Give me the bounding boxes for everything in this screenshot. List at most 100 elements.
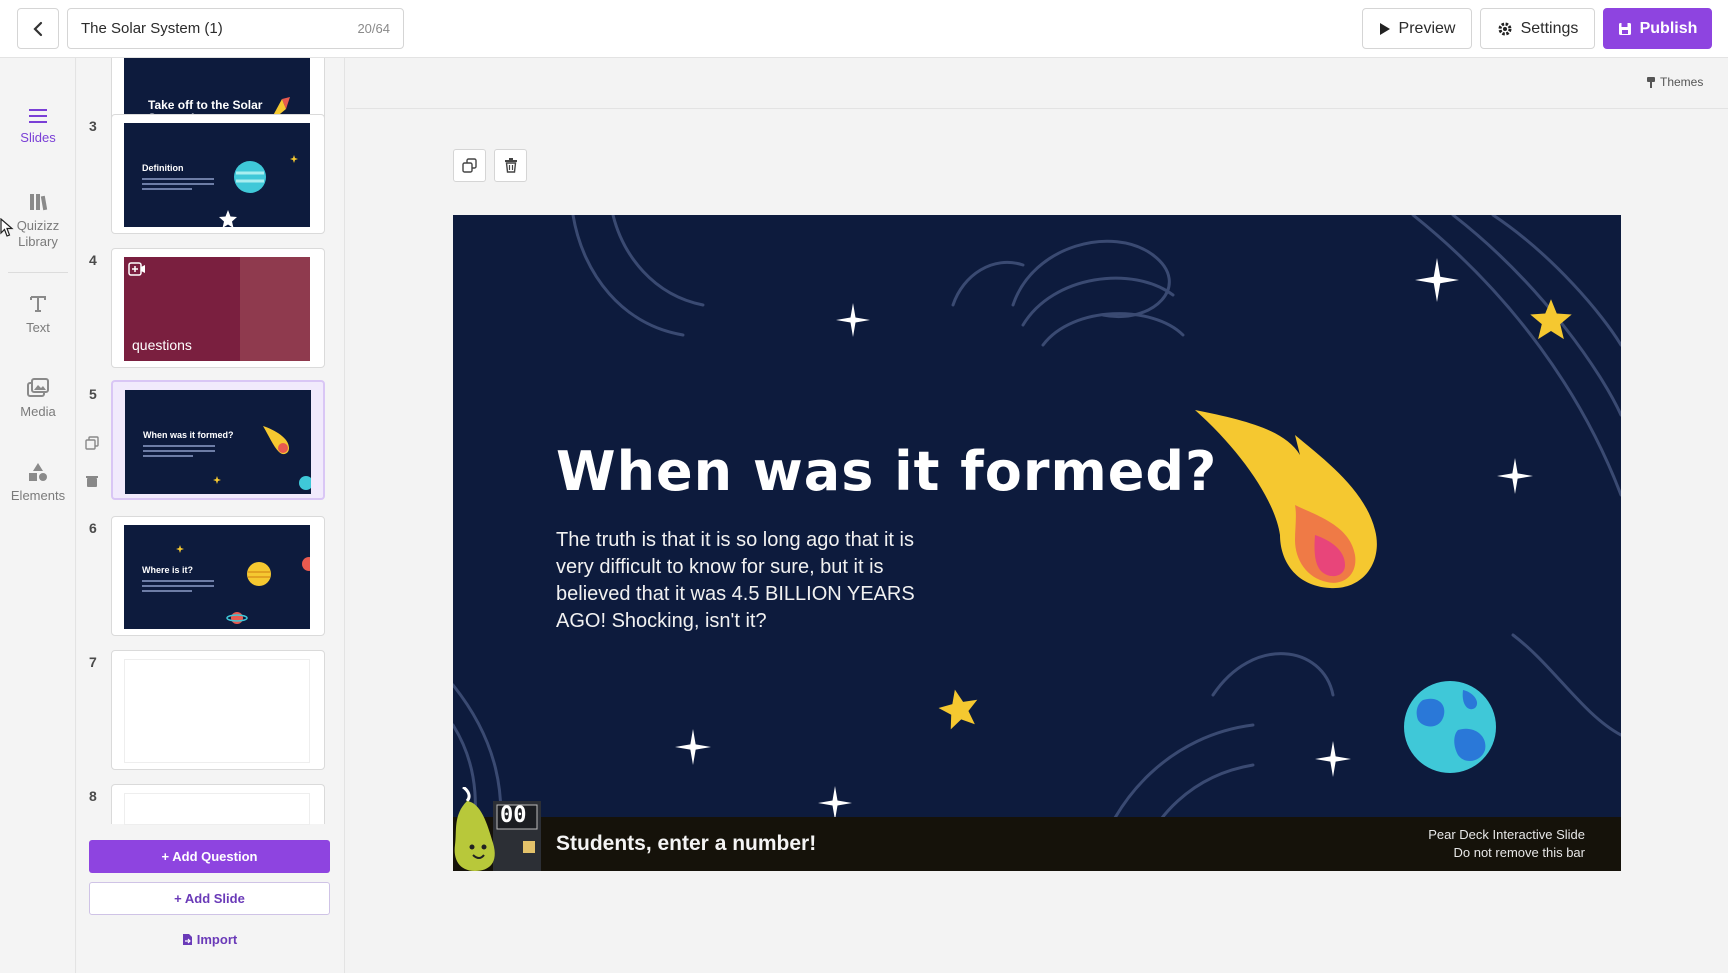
thumb-title: questions bbox=[132, 337, 192, 353]
themes-label: Themes bbox=[1660, 75, 1704, 89]
import-button[interactable]: Import bbox=[89, 924, 330, 954]
shapes-icon bbox=[29, 463, 47, 481]
pear-mascot-icon bbox=[454, 787, 541, 871]
chevron-left-icon bbox=[33, 21, 43, 36]
star-icon bbox=[219, 210, 237, 227]
slide-thumbnail-5[interactable]: When was it formed? bbox=[111, 380, 325, 500]
slide-list-panel: Take off to the Solar System! 3 Definiti… bbox=[77, 58, 345, 973]
thumb-text-line bbox=[142, 585, 214, 587]
planet-icon bbox=[302, 557, 310, 571]
sparkle-icon bbox=[1497, 458, 1533, 494]
paint-brush-icon bbox=[1647, 77, 1655, 88]
delete-slide-button[interactable] bbox=[494, 149, 527, 182]
back-button[interactable] bbox=[17, 8, 59, 49]
preview-button[interactable]: Preview bbox=[1362, 8, 1472, 49]
star-icon bbox=[290, 155, 298, 163]
thumb-text-line bbox=[142, 580, 214, 582]
pear-deck-bar: Students, enter a number! Pear Deck Inte… bbox=[453, 817, 1621, 871]
star-icon bbox=[213, 476, 221, 484]
play-icon bbox=[1379, 22, 1390, 35]
sparkle-icon bbox=[675, 729, 711, 765]
deck-counter: 00 bbox=[500, 803, 527, 828]
slide-thumbnail-7[interactable] bbox=[111, 650, 325, 770]
publish-button[interactable]: Publish bbox=[1603, 8, 1712, 49]
thumb-text-line bbox=[143, 450, 215, 452]
add-slide-button[interactable]: + Add Slide bbox=[89, 882, 330, 915]
comet-icon bbox=[263, 426, 289, 455]
presentation-title-field[interactable]: The Solar System (1) 20/64 bbox=[67, 8, 404, 49]
thumb-text-line bbox=[142, 183, 214, 185]
star-icon bbox=[1530, 299, 1572, 340]
deck-prompt: Students, enter a number! bbox=[556, 832, 817, 855]
mouse-cursor-icon bbox=[0, 218, 14, 237]
slide-preview: When was it formed? bbox=[125, 390, 311, 494]
rail-divider bbox=[8, 272, 68, 273]
slide-canvas[interactable]: When was it formed? The truth is that it… bbox=[453, 215, 1621, 871]
slide-number: 6 bbox=[89, 520, 97, 536]
slide-preview bbox=[124, 793, 310, 825]
thumb-title: Where is it? bbox=[142, 565, 194, 575]
duplicate-slide-button[interactable] bbox=[453, 149, 486, 182]
text-icon bbox=[30, 296, 46, 312]
thumb-text-line bbox=[143, 445, 215, 447]
slide-thumbnail-6[interactable]: Where is it? bbox=[111, 516, 325, 636]
add-question-button[interactable]: + Add Question bbox=[89, 840, 330, 873]
rail-item-text[interactable]: Text bbox=[0, 294, 76, 336]
rail-label-library: Quizizz Library bbox=[16, 218, 60, 249]
planet-icon bbox=[234, 161, 266, 193]
slide-preview: Where is it? bbox=[124, 525, 310, 629]
trash-icon[interactable] bbox=[85, 474, 99, 488]
settings-button[interactable]: Settings bbox=[1480, 8, 1595, 49]
duplicate-icon[interactable] bbox=[85, 436, 99, 450]
comet-icon bbox=[1195, 410, 1377, 589]
star-icon bbox=[176, 545, 184, 553]
planet-icon bbox=[299, 476, 311, 490]
slide-number: 7 bbox=[89, 654, 97, 670]
rail-label-text: Text bbox=[26, 320, 50, 335]
slide-thumbnail-4[interactable]: questions bbox=[111, 248, 325, 368]
thumb-text-line bbox=[142, 590, 192, 592]
rail-label-media: Media bbox=[20, 404, 56, 419]
thumb-title: When was it formed? bbox=[143, 430, 234, 440]
deck-note-line: Do not remove this bar bbox=[1453, 845, 1585, 860]
rail-item-elements[interactable]: Elements bbox=[0, 462, 76, 504]
video-icon bbox=[128, 262, 145, 276]
slide-body-text[interactable]: The truth is that it is so long ago that… bbox=[556, 527, 916, 635]
earth-icon bbox=[1404, 681, 1496, 773]
slide-thumbnail-8[interactable] bbox=[111, 784, 325, 825]
slide-number: 8 bbox=[89, 788, 97, 804]
presentation-title: The Solar System (1) bbox=[81, 20, 223, 37]
list-icon bbox=[29, 109, 47, 123]
thumb-text-line bbox=[143, 455, 193, 457]
trash-icon bbox=[504, 158, 517, 173]
deck-note: Pear Deck Interactive Slide Do not remov… bbox=[1428, 826, 1585, 862]
themes-button[interactable]: Themes bbox=[1646, 75, 1703, 89]
sparkle-icon bbox=[818, 786, 852, 820]
sparkle-icon bbox=[1315, 741, 1351, 777]
slide-number: 3 bbox=[89, 118, 97, 134]
save-icon bbox=[1618, 22, 1631, 35]
slide-preview bbox=[124, 659, 310, 763]
duplicate-icon bbox=[462, 158, 477, 173]
rail-item-slides[interactable]: Slides bbox=[0, 108, 76, 146]
tool-rail: Slides Quizizz Library Text Media Elemen… bbox=[0, 58, 76, 973]
canvas-divider bbox=[346, 108, 1728, 109]
rail-item-media[interactable]: Media bbox=[0, 378, 76, 420]
slide-thumbnail-3[interactable]: Definition bbox=[111, 114, 325, 234]
import-label: Import bbox=[196, 931, 238, 947]
top-bar: The Solar System (1) 20/64 Preview Setti… bbox=[0, 0, 1728, 58]
slide-number: 5 bbox=[89, 386, 97, 402]
slide-number: 4 bbox=[89, 252, 97, 268]
planet-icon bbox=[247, 562, 271, 586]
slide-title[interactable]: When was it formed? bbox=[556, 440, 1217, 503]
title-char-count: 20/64 bbox=[357, 21, 390, 36]
media-icon bbox=[27, 378, 49, 397]
thumb-text-line bbox=[142, 188, 192, 190]
library-icon bbox=[30, 194, 48, 211]
thumb-text-line bbox=[142, 178, 214, 180]
sparkle-icon bbox=[836, 303, 870, 337]
thumb-title: Definition bbox=[142, 163, 184, 173]
slide-preview: Definition bbox=[124, 123, 310, 227]
gear-icon bbox=[1498, 22, 1512, 35]
slide-preview: questions bbox=[124, 257, 310, 361]
